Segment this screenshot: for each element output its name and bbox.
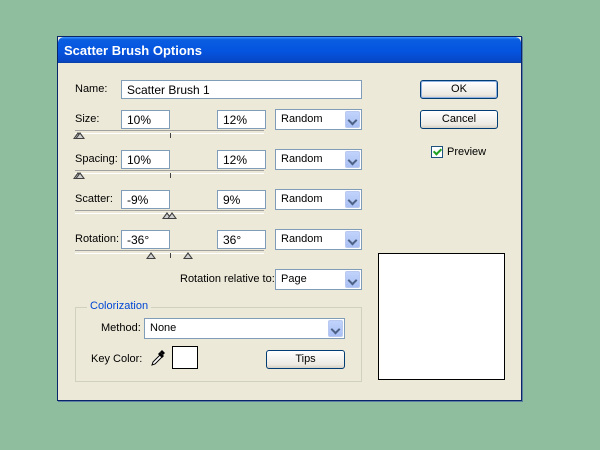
- rotation-slider-min-thumb[interactable]: [146, 252, 156, 259]
- rotation-max-field[interactable]: 36°: [217, 230, 266, 249]
- spacing-method-select[interactable]: Random: [275, 149, 362, 170]
- tips-button[interactable]: Tips: [266, 350, 345, 369]
- chevron-down-icon: [328, 320, 343, 337]
- spacing-slider-max-thumb[interactable]: [75, 172, 85, 179]
- rotation-relative-select[interactable]: Page: [275, 269, 362, 290]
- rotation-method-value: Random: [281, 233, 323, 245]
- colorization-method-value: None: [150, 322, 177, 334]
- preview-checkbox[interactable]: [431, 146, 443, 158]
- size-method-value: Random: [281, 113, 323, 125]
- scatter-min-field[interactable]: -9%: [121, 190, 170, 209]
- brush-preview-area: [378, 253, 505, 380]
- size-slider-center-tick: [170, 133, 171, 138]
- rotation-label: Rotation:: [75, 233, 120, 245]
- eyedropper-icon[interactable]: [150, 349, 166, 367]
- key-color-label: Key Color:: [91, 353, 143, 365]
- chevron-down-icon: [345, 191, 360, 208]
- scatter-method-select[interactable]: Random: [275, 189, 362, 210]
- spacing-min-field[interactable]: 10%: [121, 150, 170, 169]
- spacing-label: Spacing:: [75, 153, 118, 165]
- scatter-slider-max-thumb[interactable]: [167, 212, 177, 219]
- size-min-field[interactable]: 10%: [121, 110, 170, 129]
- spacing-max-field[interactable]: 12%: [217, 150, 266, 169]
- scatter-method-value: Random: [281, 193, 323, 205]
- key-color-swatch[interactable]: [172, 346, 198, 369]
- rotation-relative-label: Rotation relative to:: [180, 273, 275, 285]
- scatter-label: Scatter:: [75, 193, 113, 205]
- colorization-legend: Colorization: [87, 300, 152, 312]
- chevron-down-icon: [345, 271, 360, 288]
- scatter-max-field[interactable]: 9%: [217, 190, 266, 209]
- rotation-slider-max-thumb[interactable]: [183, 252, 193, 259]
- preview-label: Preview: [447, 146, 487, 158]
- chevron-down-icon: [345, 111, 360, 128]
- spacing-method-value: Random: [281, 153, 323, 165]
- dialog-title: Scatter Brush Options: [64, 43, 202, 58]
- cancel-button[interactable]: Cancel: [420, 110, 498, 129]
- size-label: Size:: [75, 113, 100, 125]
- ok-button[interactable]: OK: [420, 80, 498, 99]
- method-label: Method:: [101, 322, 141, 334]
- chevron-down-icon: [345, 231, 360, 248]
- chevron-down-icon: [345, 151, 360, 168]
- rotation-slider-center-tick: [170, 253, 171, 258]
- rotation-relative-value: Page: [281, 273, 307, 285]
- rotation-min-field[interactable]: -36°: [121, 230, 170, 249]
- name-label: Name:: [75, 83, 108, 95]
- spacing-slider-center-tick: [170, 173, 171, 178]
- colorization-method-select[interactable]: None: [144, 318, 345, 339]
- title-bar[interactable]: Scatter Brush Options: [58, 37, 521, 63]
- size-slider-max-thumb[interactable]: [75, 132, 85, 139]
- size-max-field[interactable]: 12%: [217, 110, 266, 129]
- name-field[interactable]: Scatter Brush 1: [121, 80, 362, 99]
- size-method-select[interactable]: Random: [275, 109, 362, 130]
- rotation-method-select[interactable]: Random: [275, 229, 362, 250]
- scatter-brush-options-dialog: Scatter Brush Options Name: Scatter Brus…: [57, 36, 522, 401]
